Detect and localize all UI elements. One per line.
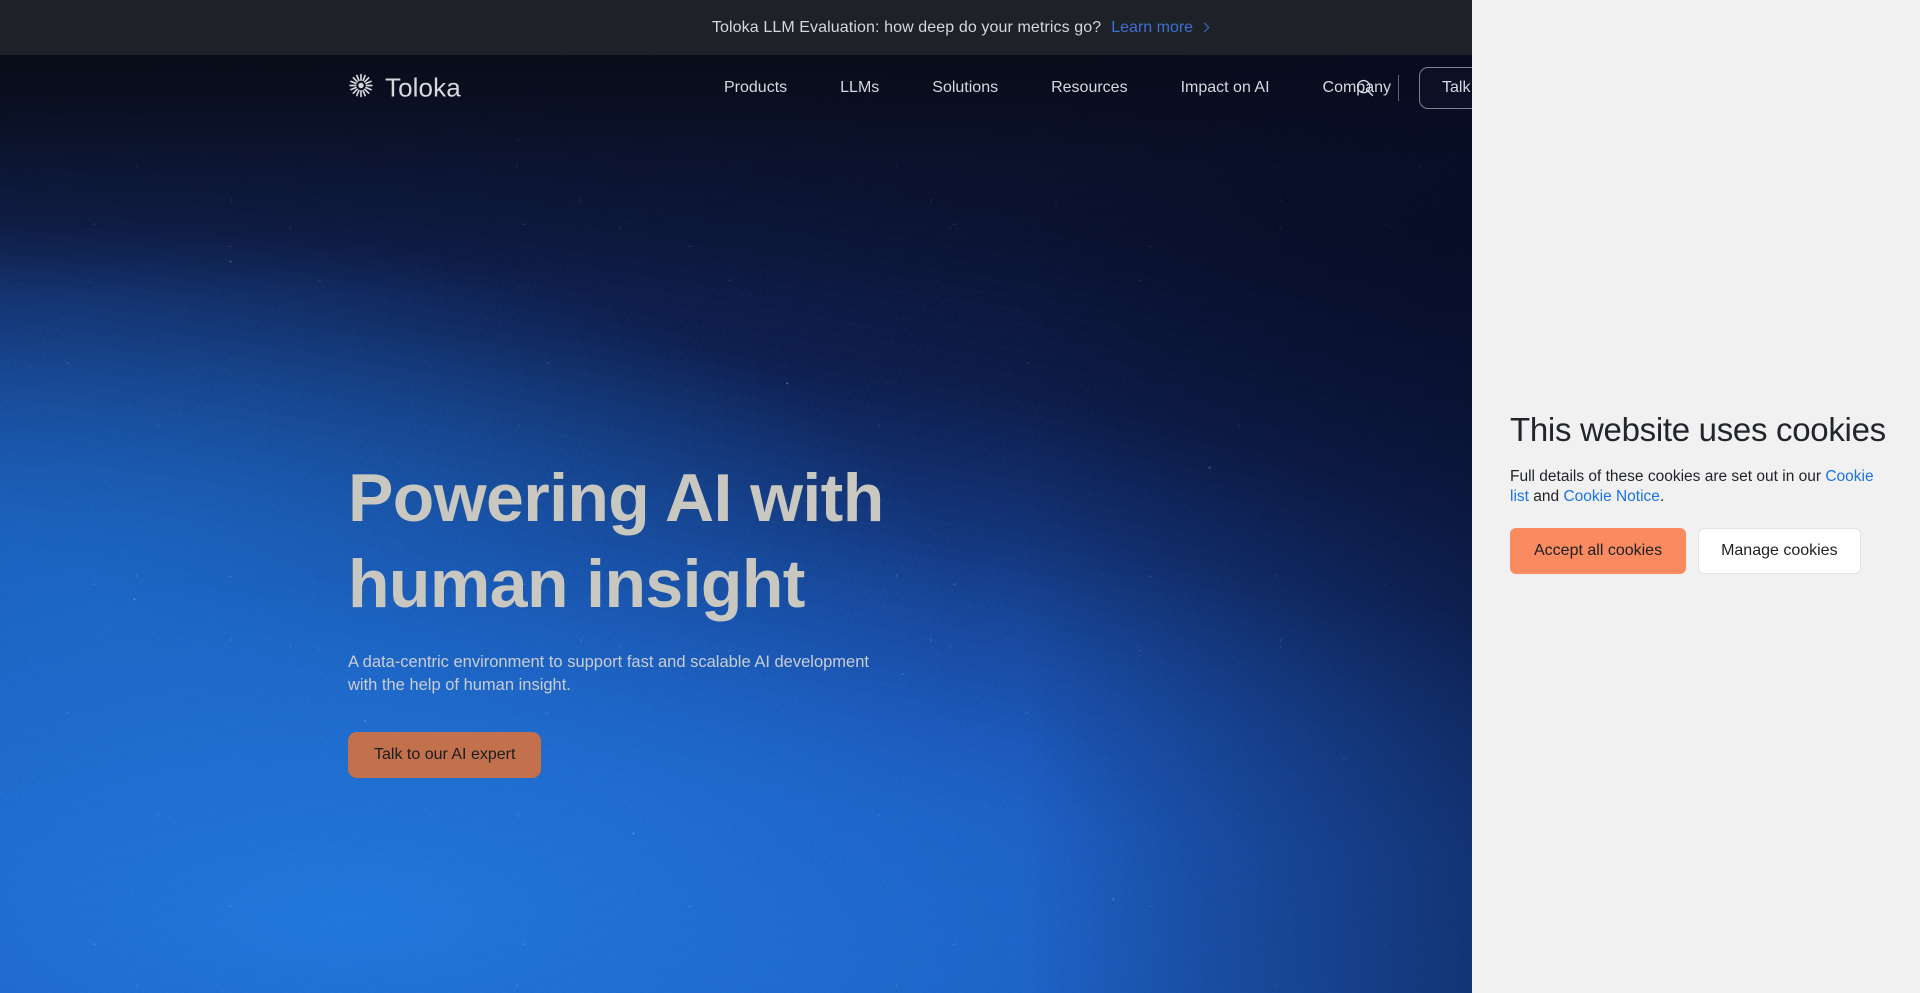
announcement-inner: Toloka LLM Evaluation: how deep do your …: [711, 18, 1210, 37]
chevron-right-icon: [1199, 22, 1210, 33]
search-icon[interactable]: [1352, 75, 1378, 101]
cookie-panel-title: This website uses cookies: [1510, 411, 1886, 448]
announcement-text: Toloka LLM Evaluation: how deep do your …: [711, 18, 1102, 36]
hero-talk-to-expert-button[interactable]: Talk to our AI expert: [348, 732, 542, 778]
cookie-panel-actions: Accept all cookies Manage cookies: [1510, 528, 1861, 574]
brand-wordmark: Toloka: [385, 72, 461, 102]
toloka-sunburst-logo-icon: [348, 72, 374, 103]
cookie-body-middle: and: [1528, 488, 1564, 505]
nav-item-llms[interactable]: LLMs: [840, 79, 879, 97]
cookie-body-prefix: Full details of these cookies are set ou…: [1510, 468, 1826, 485]
nav-item-resources[interactable]: Resources: [1051, 79, 1127, 97]
nav-item-impact-on-ai[interactable]: Impact on AI: [1181, 79, 1270, 97]
accept-all-cookies-button[interactable]: Accept all cookies: [1510, 528, 1687, 574]
hero-subtitle: A data-centric environment to support fa…: [348, 653, 869, 694]
hero-content: Powering AI with human insight A data-ce…: [348, 455, 1068, 778]
brand-logo-link[interactable]: Toloka: [348, 72, 461, 103]
hero-title: Powering AI with human insight: [348, 460, 884, 622]
announcement-link-label: Learn more: [1111, 18, 1194, 36]
header-divider: [1398, 74, 1399, 101]
manage-cookies-button[interactable]: Manage cookies: [1698, 528, 1861, 574]
cookie-panel-body: Full details of these cookies are set ou…: [1510, 467, 1894, 507]
cookie-consent-panel: This website uses cookies Full details o…: [1472, 0, 1920, 993]
nav-item-products[interactable]: Products: [724, 79, 787, 97]
announcement-learn-more-link[interactable]: Learn more: [1111, 18, 1210, 37]
cookie-body-suffix: .: [1659, 488, 1665, 505]
primary-navigation: Products LLMs Solutions Resources Impact…: [724, 79, 1391, 97]
nav-item-solutions[interactable]: Solutions: [932, 79, 998, 97]
cookie-notice-link[interactable]: Cookie Notice: [1563, 488, 1660, 505]
